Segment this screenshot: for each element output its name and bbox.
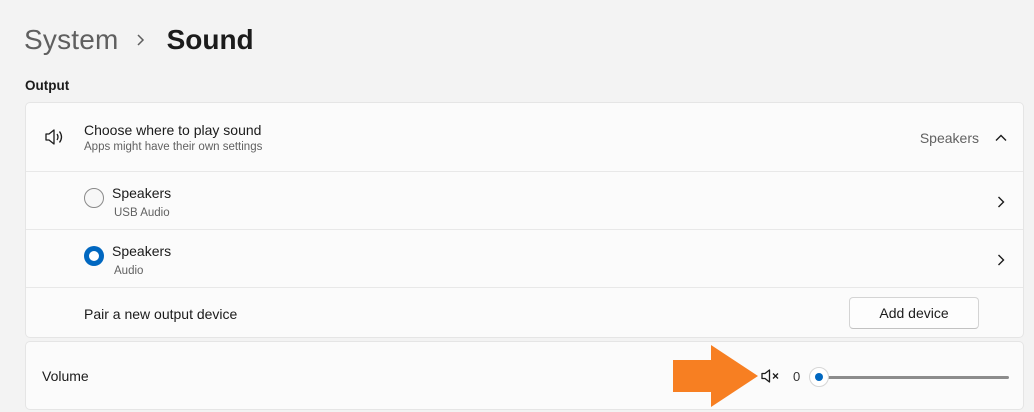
pair-device-row: Pair a new output device Add device <box>26 287 1023 338</box>
breadcrumb: System Sound <box>24 22 254 58</box>
volume-value: 0 <box>793 369 801 384</box>
device-radio[interactable] <box>84 188 104 208</box>
speaker-muted-icon[interactable] <box>761 368 781 384</box>
volume-card: Volume 0 <box>25 341 1024 410</box>
volume-label: Volume <box>42 368 89 384</box>
chevron-right-icon <box>135 33 149 47</box>
page-title: Sound <box>166 24 254 55</box>
chevron-right-icon[interactable] <box>995 195 1007 208</box>
speaker-icon <box>44 127 66 147</box>
slider-thumb[interactable] <box>809 367 829 387</box>
device-type: Audio <box>114 265 144 277</box>
device-name: Speakers <box>112 243 172 259</box>
device-radio-selected[interactable] <box>84 246 104 266</box>
device-name: Speakers <box>112 185 172 201</box>
chevron-right-icon[interactable] <box>995 253 1007 266</box>
output-device-selector[interactable]: Choose where to play sound Apps might ha… <box>26 103 1023 171</box>
selected-output-value: Speakers <box>919 130 979 146</box>
output-device-item[interactable]: Speakers USB Audio <box>26 171 1023 229</box>
output-subtitle: Apps might have their own settings <box>84 141 263 153</box>
output-title: Choose where to play sound <box>84 122 262 138</box>
output-card: Choose where to play sound Apps might ha… <box>25 102 1024 338</box>
pair-device-label: Pair a new output device <box>84 306 238 322</box>
device-type: USB Audio <box>114 207 170 219</box>
chevron-up-icon[interactable] <box>995 131 1007 143</box>
slider-track <box>811 376 1009 379</box>
add-device-button[interactable]: Add device <box>849 297 979 329</box>
output-device-item[interactable]: Speakers Audio <box>26 229 1023 287</box>
section-title-output: Output <box>25 78 70 93</box>
volume-slider[interactable] <box>809 367 1009 387</box>
arrow-right-icon <box>673 345 758 407</box>
breadcrumb-system[interactable]: System <box>24 24 119 56</box>
